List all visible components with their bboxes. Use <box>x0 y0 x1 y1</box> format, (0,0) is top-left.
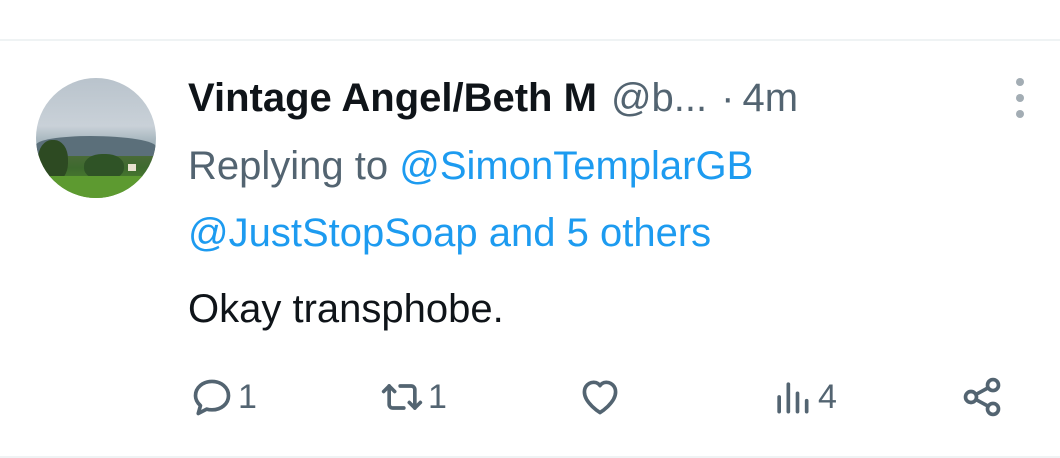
replying-user-link[interactable]: @SimonTemplarGB <box>399 144 753 188</box>
reply-button[interactable]: 1 <box>190 374 257 420</box>
tweet-header: Vintage Angel/Beth M @b... · 4m <box>188 70 798 126</box>
repost-button[interactable]: 1 <box>380 374 447 420</box>
separator: · <box>721 75 735 120</box>
avatar-house <box>128 164 136 171</box>
like-button[interactable] <box>578 374 622 420</box>
replying-prefix: Replying to <box>188 144 389 188</box>
avatar[interactable] <box>36 78 156 198</box>
timestamp[interactable]: 4m <box>742 76 798 121</box>
share-button[interactable] <box>960 374 1004 420</box>
repost-icon <box>381 384 423 410</box>
reply-icon <box>193 379 231 416</box>
share-icon <box>963 377 1001 417</box>
replying-to: Replying to @SimonTemplarGB <box>188 140 753 192</box>
author-handle[interactable]: @b... <box>611 76 707 121</box>
replying-more-link[interactable]: @JustStopSoap and 5 others <box>188 207 711 259</box>
reply-count: 1 <box>238 377 257 416</box>
author-name[interactable]: Vintage Angel/Beth M <box>188 76 597 121</box>
like-icon <box>582 380 618 415</box>
views-button[interactable]: 4 <box>770 374 837 420</box>
views-count: 4 <box>818 377 837 416</box>
top-divider <box>0 39 1060 41</box>
avatar-grass <box>36 176 156 198</box>
repost-count: 1 <box>428 377 447 416</box>
more-icon[interactable] <box>1010 78 1028 120</box>
tweet-text: Okay transphobe. <box>188 287 504 331</box>
views-icon <box>777 382 809 414</box>
